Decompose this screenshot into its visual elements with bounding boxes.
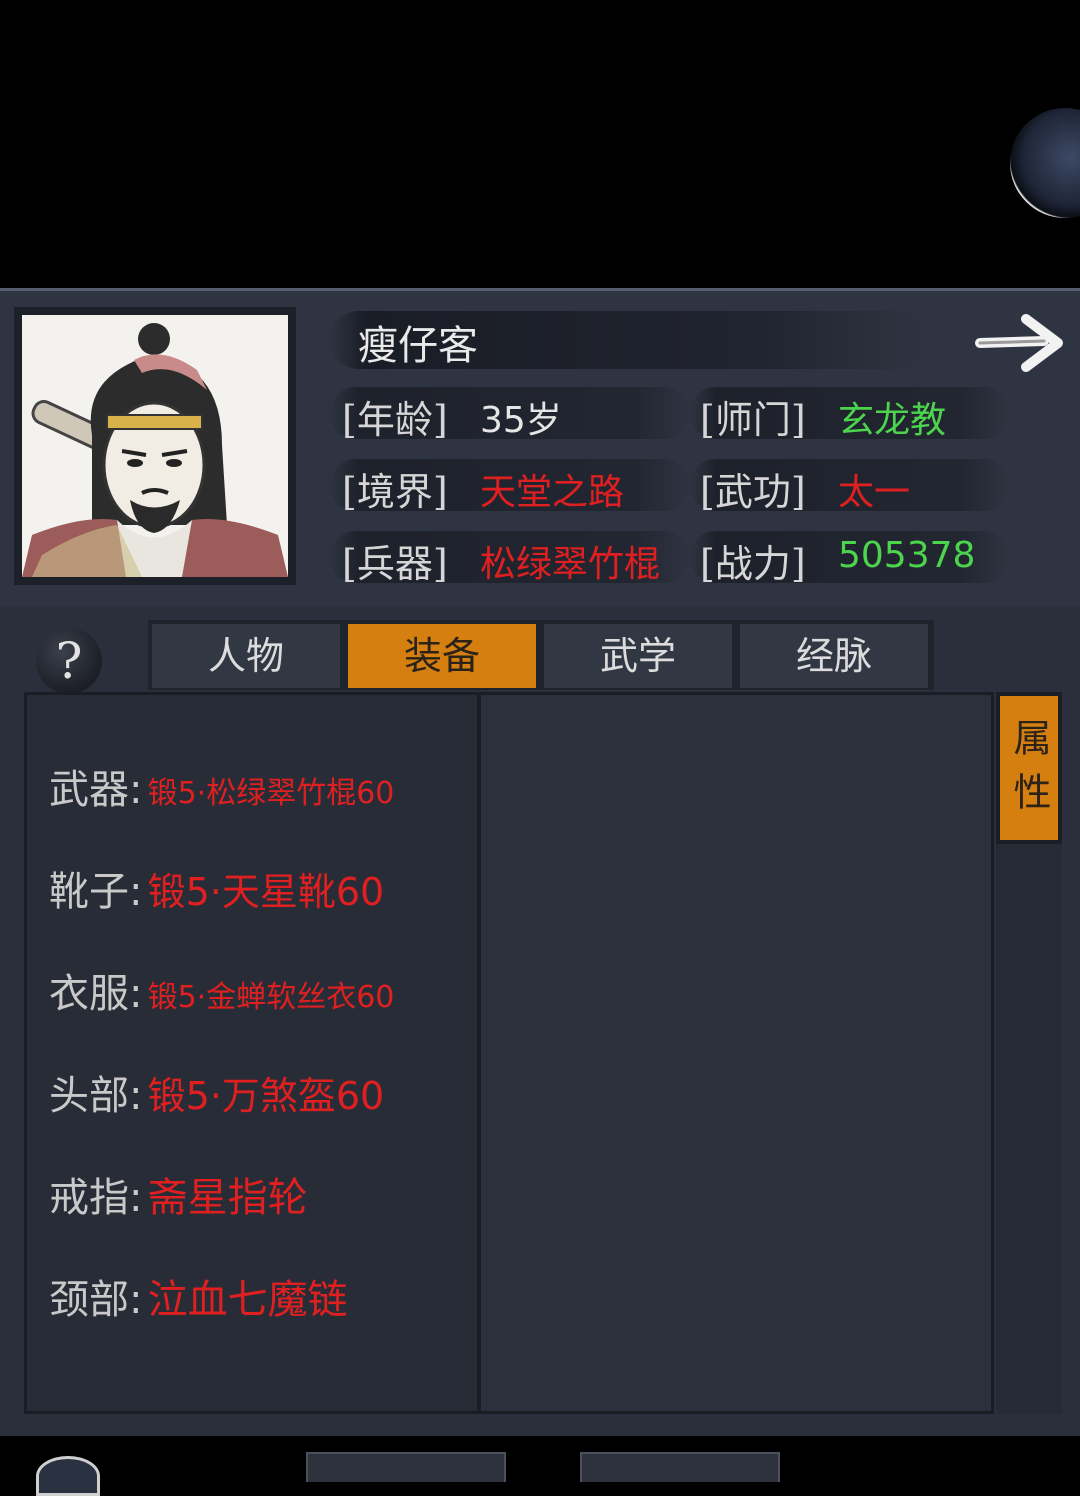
slot-label: 武器: xyxy=(49,767,143,813)
bottom-button-left[interactable] xyxy=(306,1452,506,1482)
tab-meridians[interactable]: 经脉 xyxy=(740,624,928,688)
sect-label: [师门] xyxy=(700,398,806,442)
character-portrait xyxy=(22,315,288,577)
side-rail xyxy=(996,844,1062,1414)
power-value: 505378 xyxy=(838,535,976,576)
equip-row-ring[interactable]: 戒指: 斋星指轮 xyxy=(49,1165,479,1225)
equipment-list: 武器: 锻5·松绿翠竹棍60 靴子: 锻5·天星靴60 衣服: 锻5·金蝉软丝衣… xyxy=(24,692,480,1414)
sect-value: 玄龙教 xyxy=(838,400,947,441)
tab-character[interactable]: 人物 xyxy=(152,624,340,688)
character-name: 瘦仔客 xyxy=(358,323,478,369)
item-name[interactable]: 锻5·金蝉软丝衣60 xyxy=(148,980,395,1015)
tab-equipment[interactable]: 装备 xyxy=(348,624,536,688)
martial-label: [武功] xyxy=(700,470,806,514)
top-black-area xyxy=(0,0,1080,288)
equipment-detail-pane xyxy=(478,692,994,1414)
equip-row-clothes[interactable]: 衣服: 锻5·金蝉软丝衣60 xyxy=(49,961,479,1021)
slot-label: 头部: xyxy=(49,1073,143,1119)
realm-label: [境界] xyxy=(342,470,448,514)
next-arrow-icon[interactable] xyxy=(974,311,1066,375)
realm-value: 天堂之路 xyxy=(480,472,625,513)
character-header: 瘦仔客 [年龄] 35岁 [师门] 玄龙教 [境界] 天堂之路 [武功] 太一 … xyxy=(0,288,1080,606)
tab-martial-arts[interactable]: 武学 xyxy=(544,624,732,688)
item-name[interactable]: 泣血七魔链 xyxy=(148,1277,348,1323)
equipment-panel: ? 人物 装备 武学 经脉 武器: 锻5·松绿翠竹棍60 靴子: 锻5·天星靴6… xyxy=(0,606,1080,1436)
bottom-emblem-icon[interactable] xyxy=(36,1456,100,1496)
tab-bar: 人物 装备 武学 经脉 xyxy=(148,620,934,690)
equip-row-neck[interactable]: 颈部: 泣血七魔链 xyxy=(49,1267,479,1327)
equip-row-weapon[interactable]: 武器: 锻5·松绿翠竹棍60 xyxy=(49,757,479,817)
power-label: [战力] xyxy=(700,542,806,586)
age-label: [年龄] xyxy=(342,398,448,442)
attributes-side-tab[interactable]: 属性 xyxy=(996,692,1062,844)
weapon-label: [兵器] xyxy=(342,542,448,586)
slot-label: 戒指: xyxy=(49,1175,143,1221)
item-name[interactable]: 锻5·松绿翠竹棍60 xyxy=(148,776,395,811)
portrait-frame xyxy=(14,307,296,585)
slot-label: 靴子: xyxy=(49,869,143,915)
weapon-value: 松绿翠竹棍 xyxy=(480,544,661,585)
age-value: 35岁 xyxy=(480,400,562,441)
bottom-bar xyxy=(0,1436,1080,1475)
equip-row-head[interactable]: 头部: 锻5·万煞盔60 xyxy=(49,1063,479,1123)
help-question-icon[interactable]: ? xyxy=(36,628,102,694)
item-name[interactable]: 锻5·天星靴60 xyxy=(148,870,385,914)
slot-label: 衣服: xyxy=(49,971,143,1017)
bottom-button-right[interactable] xyxy=(580,1452,780,1482)
character-avatar-icon xyxy=(22,323,288,577)
slot-label: 颈部: xyxy=(49,1277,143,1323)
item-name[interactable]: 斋星指轮 xyxy=(148,1175,308,1221)
martial-value: 太一 xyxy=(838,472,911,513)
equip-row-boots[interactable]: 靴子: 锻5·天星靴60 xyxy=(49,859,479,919)
item-name[interactable]: 锻5·万煞盔60 xyxy=(148,1074,385,1118)
